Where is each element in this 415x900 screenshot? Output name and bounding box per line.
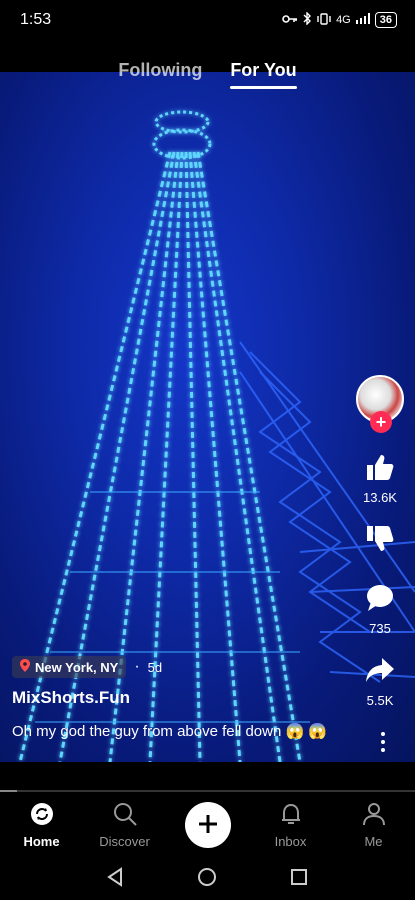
- more-options-button[interactable]: [381, 732, 385, 752]
- plus-icon: +: [375, 412, 387, 432]
- nav-discover[interactable]: Discover: [90, 801, 160, 849]
- thumbs-up-icon: [365, 453, 395, 486]
- dislike-button[interactable]: [365, 525, 395, 558]
- status-icons: 4G 36: [282, 11, 397, 28]
- signal-icon: [355, 13, 370, 27]
- status-bar: 1:53 4G 36: [0, 0, 415, 40]
- comment-button[interactable]: 735: [365, 584, 395, 636]
- system-nav-bar: [0, 858, 415, 900]
- more-dot: [381, 748, 385, 752]
- nav-create[interactable]: [173, 802, 243, 848]
- recents-icon[interactable]: [289, 867, 309, 892]
- tab-for-you[interactable]: For You: [230, 60, 298, 89]
- follow-button[interactable]: +: [370, 411, 392, 433]
- share-button[interactable]: 5.5K: [365, 656, 395, 708]
- share-icon: [365, 656, 395, 689]
- tab-following[interactable]: Following: [118, 60, 202, 89]
- thumbs-down-icon: [365, 525, 395, 558]
- like-button[interactable]: 13.6K: [363, 453, 397, 505]
- home-icon: [29, 801, 55, 830]
- more-dot: [381, 732, 385, 736]
- video-caption: Oh my god the guy from above fell down 😱…: [12, 723, 327, 740]
- back-icon[interactable]: [106, 866, 126, 892]
- location-pin-icon: [20, 659, 30, 675]
- comment-icon: [365, 584, 395, 617]
- vibrate-icon: [317, 12, 331, 28]
- more-dot: [381, 740, 385, 744]
- nav-inbox-label: Inbox: [274, 834, 307, 849]
- feed-tabs: Following For You: [0, 60, 415, 89]
- nav-discover-label: Discover: [99, 834, 150, 849]
- nav-me[interactable]: Me: [339, 801, 409, 849]
- profile-icon: [361, 801, 387, 830]
- action-rail: + 13.6K 735 5.5K: [355, 375, 405, 708]
- creator-avatar[interactable]: +: [356, 375, 404, 433]
- location-chip[interactable]: New York, NY: [12, 656, 127, 678]
- video-info: New York, NY · 5d MixShorts.Fun Oh my go…: [12, 656, 352, 742]
- plus-icon: [197, 813, 219, 838]
- comment-count: 735: [369, 621, 391, 636]
- location-label: New York, NY: [35, 659, 119, 675]
- like-count: 13.6K: [363, 490, 397, 505]
- battery-icon: 36: [374, 12, 397, 28]
- nav-inbox[interactable]: Inbox: [256, 801, 326, 849]
- network-type: 4G: [336, 14, 351, 26]
- nav-me-label: Me: [364, 834, 383, 849]
- bluetooth-icon: [303, 11, 312, 28]
- bell-icon: [278, 801, 304, 830]
- nav-home[interactable]: Home: [7, 801, 77, 849]
- key-icon: [282, 14, 298, 27]
- search-icon: [112, 801, 138, 830]
- video-progress-bar[interactable]: [0, 790, 415, 792]
- clock: 1:53: [20, 11, 52, 28]
- bottom-nav: Home Discover Inbox Me: [0, 795, 415, 855]
- share-count: 5.5K: [366, 693, 394, 708]
- creator-username[interactable]: MixShorts.Fun: [12, 688, 352, 708]
- dot-separator: ·: [134, 658, 140, 675]
- home-circle-icon[interactable]: [197, 867, 217, 892]
- location-row: New York, NY · 5d: [12, 656, 352, 678]
- nav-home-label: Home: [23, 834, 60, 849]
- create-button[interactable]: [184, 802, 231, 848]
- post-age: 5d: [147, 659, 163, 675]
- progress-fill: [0, 790, 17, 792]
